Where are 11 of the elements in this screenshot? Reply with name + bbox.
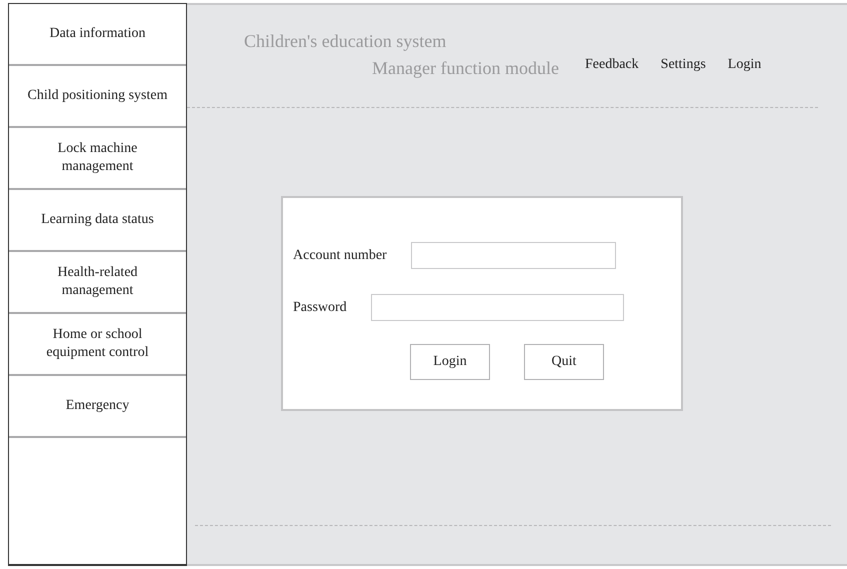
quit-button[interactable]: Quit (524, 344, 604, 380)
nav-link[interactable]: Settings (660, 57, 706, 107)
input-field[interactable] (370, 294, 624, 321)
nav-link[interactable]: Login (728, 57, 762, 107)
field-label: Account number (293, 248, 387, 264)
app-title: Children's education system (244, 31, 448, 52)
login-button[interactable]: Login (410, 344, 490, 380)
input-field[interactable] (410, 242, 616, 269)
module-subtitle: Manager function module (371, 58, 560, 79)
nav-link[interactable]: Feedback (585, 57, 639, 107)
field-label: Password (293, 300, 347, 316)
